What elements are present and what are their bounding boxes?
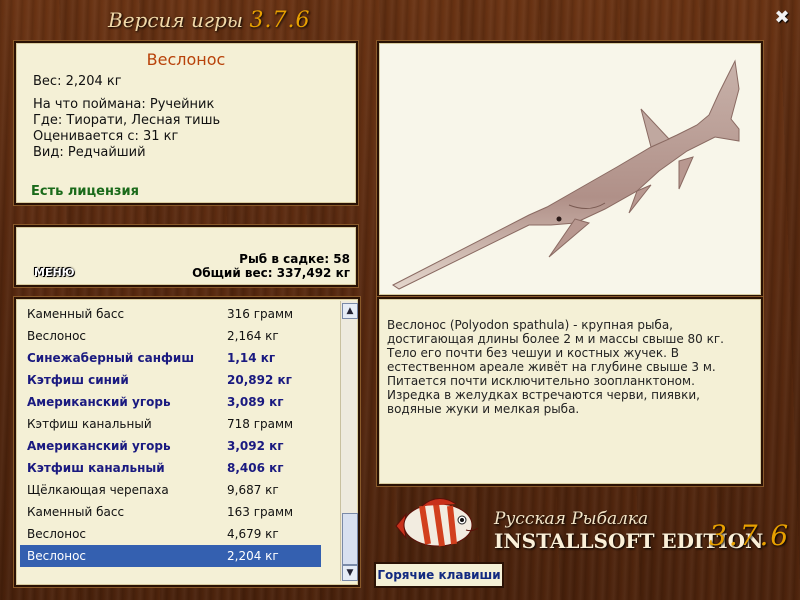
list-item[interactable]: Щёлкающая черепаха 9,687 кг <box>20 479 321 501</box>
list-item-name: Веслонос <box>27 549 87 563</box>
list-item-weight: 4,679 кг <box>227 527 279 541</box>
fish-image-panel <box>377 41 763 297</box>
hotkeys-button[interactable]: Горячие клавиши <box>374 562 504 588</box>
scrollbar[interactable]: ▲ ▼ <box>340 301 358 581</box>
list-item-name: Каменный басс <box>27 505 125 519</box>
list-item-name: Веслонос <box>27 329 87 343</box>
description-panel: Веслонос (Polyodon spathula) - крупная р… <box>377 297 763 486</box>
list-item[interactable]: Кэтфиш синий 20,892 кг <box>20 369 321 391</box>
fish-location: Где: Тиорати, Лесная тишь <box>33 113 221 128</box>
fish-value: Оценивается с: 31 кг <box>33 129 179 144</box>
list-item-weight: 8,406 кг <box>227 461 284 475</box>
list-item-name: Синежаберный санфиш <box>27 351 195 365</box>
list-item-weight: 316 грамм <box>227 307 294 321</box>
scroll-down-icon[interactable]: ▼ <box>342 565 358 581</box>
list-item-weight: 1,14 кг <box>227 351 276 365</box>
list-item[interactable]: Американский угорь 3,089 кг <box>20 391 321 413</box>
list-item[interactable]: Кэтфиш канальный 718 грамм <box>20 413 321 435</box>
fish-name: Веслонос <box>146 50 226 69</box>
list-item[interactable]: Веслонос 2,204 кг <box>20 545 321 567</box>
menu-button[interactable]: МЕНЮ <box>34 266 75 279</box>
list-item-name: Кэтфиш синий <box>27 373 129 387</box>
catch-list: Каменный басс 316 грамм Веслонос 2,164 кг Си… <box>14 297 360 587</box>
list-item[interactable]: Американский угорь 3,092 кг <box>20 435 321 457</box>
paddlefish-image <box>392 59 740 290</box>
fish-weight: Вес: 2,204 кг <box>33 74 122 89</box>
list-item[interactable]: Кэтфиш канальный 8,406 кг <box>20 457 321 479</box>
cage-stats-panel: МЕНЮ Рыб в садке: 58 Общий вес: 337,492 … <box>14 225 358 287</box>
fish-description: Веслонос (Polyodon spathula) - крупная р… <box>387 318 724 416</box>
list-item-name: Каменный басс <box>27 307 125 321</box>
list-item-name: Веслонос <box>27 527 87 541</box>
scroll-up-icon[interactable]: ▲ <box>342 303 358 319</box>
list-item[interactable]: Каменный басс 163 грамм <box>20 501 321 523</box>
list-item[interactable]: Веслонос 2,164 кг <box>20 325 321 347</box>
list-item-name: Американский угорь <box>27 439 171 453</box>
list-item-weight: 3,092 кг <box>227 439 284 453</box>
scroll-thumb[interactable] <box>342 513 358 565</box>
fish-count: Рыб в садке: 58 <box>239 252 350 266</box>
fish-bait: На что поймана: Ручейник <box>33 97 215 112</box>
list-item-name: Щёлкающая черепаха <box>27 483 169 497</box>
list-item-name: Американский угорь <box>27 395 171 409</box>
total-weight: Общий вес: 337,492 кг <box>192 266 350 280</box>
list-item-weight: 2,204 кг <box>227 549 279 563</box>
list-item-weight: 3,089 кг <box>227 395 284 409</box>
list-item-weight: 718 грамм <box>227 417 294 431</box>
fish-info-panel: Веслонос Вес: 2,204 кг На что поймана: Р… <box>14 41 358 205</box>
list-item[interactable]: Каменный басс 316 грамм <box>20 303 321 325</box>
window-title: Версия игры 3.7.6 <box>108 8 310 36</box>
list-item-weight: 9,687 кг <box>227 483 279 497</box>
fish-rarity: Вид: Редчайший <box>33 145 146 160</box>
list-item-weight: 20,892 кг <box>227 373 292 387</box>
license-status: Есть лицензия <box>31 184 139 199</box>
list-item-weight: 163 грамм <box>227 505 294 519</box>
list-item[interactable]: Веслонос 4,679 кг <box>20 523 321 545</box>
list-item-weight: 2,164 кг <box>227 329 279 343</box>
title-version: 3.7.6 <box>249 8 311 33</box>
brand-version: 3.7.6 <box>709 519 791 552</box>
logo-fish-icon <box>395 498 479 547</box>
list-item-name: Кэтфиш канальный <box>27 461 165 475</box>
list-item[interactable]: Синежаберный санфиш 1,14 кг <box>20 347 321 369</box>
title-prefix: Версия игры <box>108 8 244 32</box>
brand-title: Русская Рыбалка <box>494 509 649 529</box>
list-item-name: Кэтфиш канальный <box>27 417 152 431</box>
close-icon[interactable]: ✖ <box>772 8 792 28</box>
